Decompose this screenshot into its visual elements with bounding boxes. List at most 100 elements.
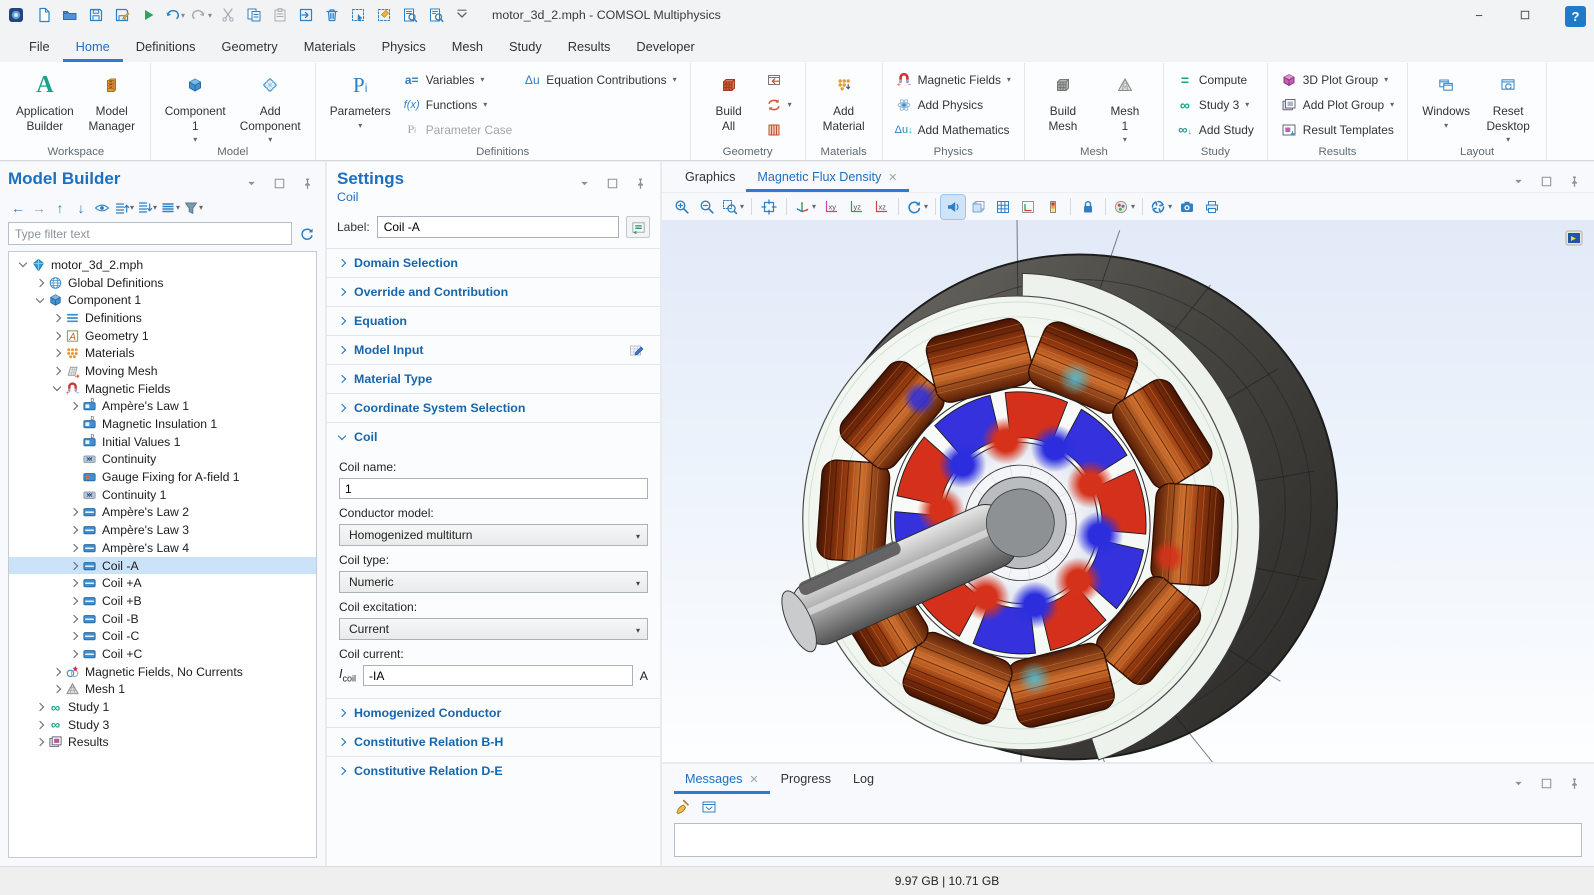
tree-item-mesh-1[interactable]: Mesh 1	[9, 681, 316, 699]
section-equation[interactable]: Equation	[327, 306, 660, 335]
functions-button[interactable]: f(x)Functions▾	[400, 94, 517, 115]
pin-panel-button[interactable]	[297, 173, 317, 193]
move-down-button[interactable]: ↓	[71, 198, 91, 218]
show-button[interactable]	[92, 198, 112, 218]
import-geometry-button[interactable]	[762, 69, 796, 90]
application-builder-button[interactable]: AApplication Builder	[11, 66, 79, 133]
tree-expander[interactable]	[32, 299, 47, 302]
tree-item-results[interactable]: Results	[9, 734, 316, 752]
section-coil[interactable]: Coil	[327, 422, 660, 451]
tree-expander[interactable]	[15, 263, 30, 266]
tree-item-geometry-1[interactable]: AGeometry 1	[9, 327, 316, 345]
pin-panel-button[interactable]	[1564, 171, 1584, 191]
nav-forward-button[interactable]: →	[29, 198, 49, 218]
graphics-viewport[interactable]	[662, 220, 1594, 762]
menu-item-study[interactable]: Study	[496, 30, 555, 62]
show-axis-button[interactable]	[1016, 195, 1040, 219]
tree-item-motor-3d-2-mph[interactable]: motor_3d_2.mph	[9, 256, 316, 274]
collapse-sequence-button[interactable]: ▾	[136, 198, 158, 218]
tree-item-amp-re-s-law-1[interactable]: DAmpère's Law 1	[9, 398, 316, 416]
coil-name-input[interactable]	[339, 478, 648, 499]
add-physics-button[interactable]: Add Physics	[892, 94, 1015, 115]
windows-button[interactable]: Windows▾	[1417, 66, 1475, 130]
tree-item-definitions[interactable]: Definitions	[9, 309, 316, 327]
model-input-edit-button[interactable]	[624, 339, 648, 361]
customize-toolbar-button[interactable]	[450, 3, 474, 27]
panel-menu-button[interactable]	[1508, 773, 1528, 793]
add-plot-group-button[interactable]: Add Plot Group▾	[1277, 94, 1398, 115]
menu-item-materials[interactable]: Materials	[291, 30, 369, 62]
tree-item-coil--c[interactable]: Coil -C	[9, 627, 316, 645]
coil-label-input[interactable]	[377, 216, 619, 238]
section-coordinate-system-selection[interactable]: Coordinate System Selection	[327, 393, 660, 422]
plot-group-3d-button[interactable]: 3D Plot Group▾	[1277, 69, 1398, 90]
tree-expander[interactable]	[66, 563, 81, 569]
tree-expander[interactable]	[49, 368, 64, 374]
tree-item-coil-+b[interactable]: Coil +B	[9, 592, 316, 610]
tree-expander[interactable]	[49, 350, 64, 356]
lock-button[interactable]	[1076, 195, 1100, 219]
new-file-button[interactable]	[32, 3, 56, 27]
coil-excitation-select[interactable]: Current▾	[339, 618, 648, 640]
filter-button[interactable]: ▾	[182, 198, 204, 218]
float-panel-button[interactable]	[269, 173, 289, 193]
select-box-button[interactable]	[346, 3, 370, 27]
menu-item-definitions[interactable]: Definitions	[123, 30, 209, 62]
scene-light-button[interactable]	[941, 195, 965, 219]
zoom-out-button[interactable]	[695, 195, 719, 219]
add-material-button[interactable]: Add Material	[815, 66, 873, 133]
tree-expander[interactable]	[32, 739, 47, 745]
build-all-button[interactable]: Build All	[700, 66, 758, 133]
menu-item-geometry[interactable]: Geometry	[209, 30, 291, 62]
tab-log[interactable]: Log	[842, 764, 885, 794]
section-material-type[interactable]: Material Type	[327, 364, 660, 393]
tree-item-moving-mesh[interactable]: Moving Mesh	[9, 362, 316, 380]
section-constitutive-relation-b-h[interactable]: Constitutive Relation B-H	[327, 727, 660, 756]
close-tab-icon[interactable]: ✕	[888, 171, 897, 184]
tree-expander[interactable]	[32, 722, 47, 728]
menu-item-results[interactable]: Results	[555, 30, 624, 62]
zoom-in-button[interactable]	[670, 195, 694, 219]
parameters-button[interactable]: PiParameters▾	[325, 66, 396, 130]
section-model-input[interactable]: Model Input	[327, 335, 660, 364]
menu-item-home[interactable]: Home	[63, 30, 123, 62]
rename-button[interactable]	[626, 216, 650, 238]
save-button[interactable]	[84, 3, 108, 27]
open-button[interactable]	[58, 3, 82, 27]
model-tree-node-text-button[interactable]: ▾	[159, 198, 181, 218]
tree-item-gauge-fixing-for-a-field-1[interactable]: Gauge Fixing for A-field 1	[9, 468, 316, 486]
tab-graphics[interactable]: Graphics	[674, 162, 746, 192]
close-tab-icon[interactable]: ✕	[749, 773, 758, 786]
update-view-button[interactable]: ▾	[1148, 195, 1174, 219]
mesh-1-button[interactable]: Mesh 1▾	[1096, 66, 1154, 144]
pin-panel-button[interactable]	[630, 173, 650, 193]
delete-button[interactable]	[320, 3, 344, 27]
tree-expander[interactable]	[49, 669, 64, 675]
tree-item-continuity-1[interactable]: Continuity 1	[9, 486, 316, 504]
panel-menu-button[interactable]	[574, 173, 594, 193]
variables-button[interactable]: a=Variables▾	[400, 69, 517, 90]
plot-window-icon[interactable]	[1564, 228, 1584, 248]
tree-filter-input[interactable]	[8, 222, 292, 245]
virtual-operations-button[interactable]	[762, 119, 796, 140]
tree-item-study-1[interactable]: ∞Study 1	[9, 698, 316, 716]
reset-desktop-button[interactable]: Reset Desktop▾	[1479, 66, 1537, 144]
tree-item-amp-re-s-law-3[interactable]: Ampère's Law 3	[9, 521, 316, 539]
save-as-button[interactable]	[110, 3, 134, 27]
run-button[interactable]	[136, 3, 160, 27]
rotate-view-button[interactable]: ▾	[904, 195, 930, 219]
tree-item-global-definitions[interactable]: Global Definitions	[9, 274, 316, 292]
add-study-button[interactable]: ∞↓Add Study	[1173, 119, 1258, 140]
tree-item-materials[interactable]: Materials	[9, 344, 316, 362]
panel-menu-button[interactable]	[1508, 171, 1528, 191]
tab-progress[interactable]: Progress	[770, 764, 842, 794]
zoom-box-button[interactable]: ▾	[720, 195, 746, 219]
section-override-and-contribution[interactable]: Override and Contribution	[327, 277, 660, 306]
tree-item-coil-+c[interactable]: Coil +C	[9, 645, 316, 663]
tree-expander[interactable]	[66, 545, 81, 551]
model-manager-button[interactable]: Model Manager	[83, 66, 141, 133]
image-effects-button[interactable]: ▾	[1111, 195, 1137, 219]
move-up-button[interactable]: ↑	[50, 198, 70, 218]
show-grid-button[interactable]	[991, 195, 1015, 219]
tree-expander[interactable]	[66, 616, 81, 622]
